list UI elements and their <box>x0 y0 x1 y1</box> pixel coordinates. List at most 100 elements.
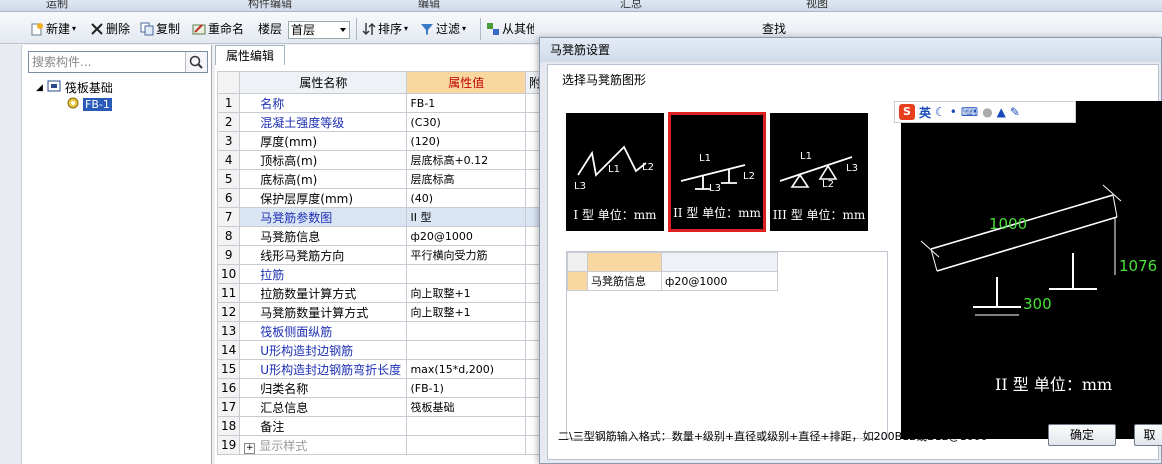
select-shape-label: 选择马凳筋图形 <box>562 73 647 87</box>
shape3-label-l1: L1 <box>800 151 812 162</box>
property-value[interactable]: (120) <box>406 131 526 151</box>
cancel-button[interactable]: 取 <box>1134 424 1162 446</box>
row-number: 7 <box>216 207 241 227</box>
expand-icon[interactable]: + <box>244 442 256 454</box>
property-value[interactable]: max(15*d,200) <box>406 359 526 379</box>
component-gear-icon <box>66 96 80 113</box>
delete-button[interactable]: 删除 <box>90 19 130 39</box>
tree-child-item[interactable]: FB-1 <box>66 96 112 113</box>
property-row[interactable]: 11 拉筋数量计算方式 向上取整+1 <box>216 283 546 303</box>
property-row[interactable]: 15 U形构造封边钢筋弯折长度 max(15*d,200) <box>216 359 546 379</box>
property-name-text: 显示样式 <box>259 438 308 453</box>
info-row-indicator <box>567 271 588 291</box>
property-row[interactable]: 14 U形构造封边钢筋 <box>216 340 546 360</box>
property-row[interactable]: 16 归类名称 (FB-1) <box>216 378 546 398</box>
property-row[interactable]: 10 拉筋 <box>216 264 546 284</box>
tab-property-edit[interactable]: 属性编辑 <box>215 45 285 65</box>
tab-view[interactable]: 视图 <box>806 0 828 11</box>
tab-summary[interactable]: 汇总 <box>620 0 642 11</box>
rename-button[interactable]: 重命名 <box>192 19 244 39</box>
shape1-label-l1: L1 <box>608 164 620 175</box>
property-value[interactable]: II 型 <box>406 207 526 227</box>
tab-zhizhi[interactable]: 运制 <box>46 0 68 11</box>
skin-icon[interactable]: ▲ <box>997 105 1006 119</box>
wrench-icon[interactable]: ✎ <box>1010 105 1020 119</box>
property-value[interactable] <box>406 340 526 360</box>
property-row[interactable]: 17 汇总信息 筏板基础 <box>216 397 546 417</box>
preview-dim-bottom: 300 <box>1023 295 1052 313</box>
property-value[interactable]: 层底标高+0.12 <box>406 150 526 170</box>
property-row[interactable]: 13 筏板侧面纵筋 <box>216 321 546 341</box>
ime-mode-label[interactable]: 英 <box>919 104 931 121</box>
row-number: 2 <box>216 112 241 132</box>
preview-dim-right: 1076 <box>1119 257 1158 275</box>
property-value[interactable]: 层底标高 <box>406 169 526 189</box>
dialog-body: 选择马凳筋图形 L1 L2 L3 I 型 单位：mm L1 L2 L3 II 型… <box>547 64 1162 460</box>
shape3-caption: III 型 单位：mm <box>772 208 866 222</box>
shape3-label-l3: L3 <box>846 163 858 174</box>
row-number: 17 <box>216 397 241 417</box>
property-value[interactable]: 筏板基础 <box>406 397 526 417</box>
floor-select[interactable]: 首层 <box>288 21 350 39</box>
property-name: 汇总信息 <box>239 397 408 417</box>
property-row[interactable]: 1 名称 FB-1 <box>216 93 546 113</box>
row-number: 9 <box>216 245 241 265</box>
property-row[interactable]: 18 备注 <box>216 416 546 436</box>
property-row[interactable]: 4 顶标高(m) 层底标高+0.12 <box>216 150 546 170</box>
copy-button[interactable]: 复制 <box>140 19 180 39</box>
property-name: U形构造封边钢筋弯折长度 <box>239 359 408 379</box>
new-icon <box>30 22 44 36</box>
moon-icon[interactable]: ☾ <box>935 105 946 119</box>
property-row[interactable]: 9 线形马凳筋方向 平行横向受力筋 <box>216 245 546 265</box>
property-value[interactable] <box>406 435 526 455</box>
property-row[interactable]: 7 马凳筋参数图 II 型 <box>216 207 546 227</box>
toolbar-divider <box>356 18 357 40</box>
property-row[interactable]: 8 马凳筋信息 ф20@1000 <box>216 226 546 246</box>
copy-from-floor-button[interactable]: 从其他楼层复制构件 <box>486 19 534 39</box>
property-value[interactable] <box>406 264 526 284</box>
search-input[interactable]: 搜索构件... <box>28 51 208 73</box>
copy-icon <box>140 22 154 36</box>
new-button[interactable]: 新建 ▾ <box>30 19 76 39</box>
sort-button[interactable]: 排序 ▾ <box>362 19 408 39</box>
ime-toolbar[interactable]: S 英 ☾ • ⌨ ● ▲ ✎ <box>894 101 1076 123</box>
search-button[interactable] <box>185 52 207 72</box>
tree-root-item[interactable]: ◢ 筏板基础 <box>36 79 113 96</box>
property-value[interactable]: 平行横向受力筋 <box>406 245 526 265</box>
property-row[interactable]: 6 保护层厚度(mm) (40) <box>216 188 546 208</box>
ok-button[interactable]: 确定 <box>1048 424 1116 446</box>
property-row[interactable]: 19 + 显示样式 <box>216 435 546 455</box>
keyboard-icon[interactable]: ⌨ <box>961 105 978 119</box>
tab-component-edit[interactable]: 构件编辑 <box>248 0 292 11</box>
raft-foundation-icon <box>47 79 61 96</box>
ime-logo-icon: S <box>899 104 915 120</box>
property-value[interactable]: (40) <box>406 188 526 208</box>
property-row[interactable]: 5 底标高(m) 层底标高 <box>216 169 546 189</box>
punctuation-icon[interactable]: • <box>950 105 957 119</box>
property-name: 马凳筋数量计算方式 <box>239 302 408 322</box>
find-button[interactable]: 查找 <box>762 19 786 39</box>
property-value[interactable] <box>406 321 526 341</box>
info-value-cell[interactable]: ф20@1000 <box>661 271 778 291</box>
property-value[interactable]: (C30) <box>406 112 526 132</box>
filter-button[interactable]: 过滤 ▾ <box>420 19 466 39</box>
property-value[interactable]: FB-1 <box>406 93 526 113</box>
property-value[interactable]: (FB-1) <box>406 378 526 398</box>
shape-type-1[interactable]: L1 L2 L3 I 型 单位：mm <box>566 113 664 231</box>
property-row[interactable]: 12 马凳筋数量计算方式 向上取整+1 <box>216 302 546 322</box>
chair-info-table: 马凳筋信息 ф20@1000 <box>567 252 778 291</box>
shape-type-2[interactable]: L1 L2 L3 II 型 单位：mm <box>668 112 766 232</box>
property-value[interactable] <box>406 416 526 436</box>
property-value[interactable]: 向上取整+1 <box>406 283 526 303</box>
sort-label: 排序 <box>378 22 403 36</box>
shape-type-3[interactable]: L1 L3 L2 III 型 单位：mm <box>770 113 868 231</box>
collapse-icon[interactable]: ◢ <box>36 83 43 93</box>
property-row[interactable]: 3 厚度(mm) (120) <box>216 131 546 151</box>
property-value[interactable]: ф20@1000 <box>406 226 526 246</box>
user-icon[interactable]: ● <box>982 105 992 119</box>
tab-edit[interactable]: 编辑 <box>418 0 440 11</box>
property-name: 保护层厚度(mm) <box>239 188 408 208</box>
property-value[interactable]: 向上取整+1 <box>406 302 526 322</box>
property-row[interactable]: 2 混凝土强度等级 (C30) <box>216 112 546 132</box>
property-grid: 属性名称 属性值 附 1 名称 FB-1 2 混凝土强度等级 (C30) 3 厚度(mm) (1… <box>216 71 546 455</box>
